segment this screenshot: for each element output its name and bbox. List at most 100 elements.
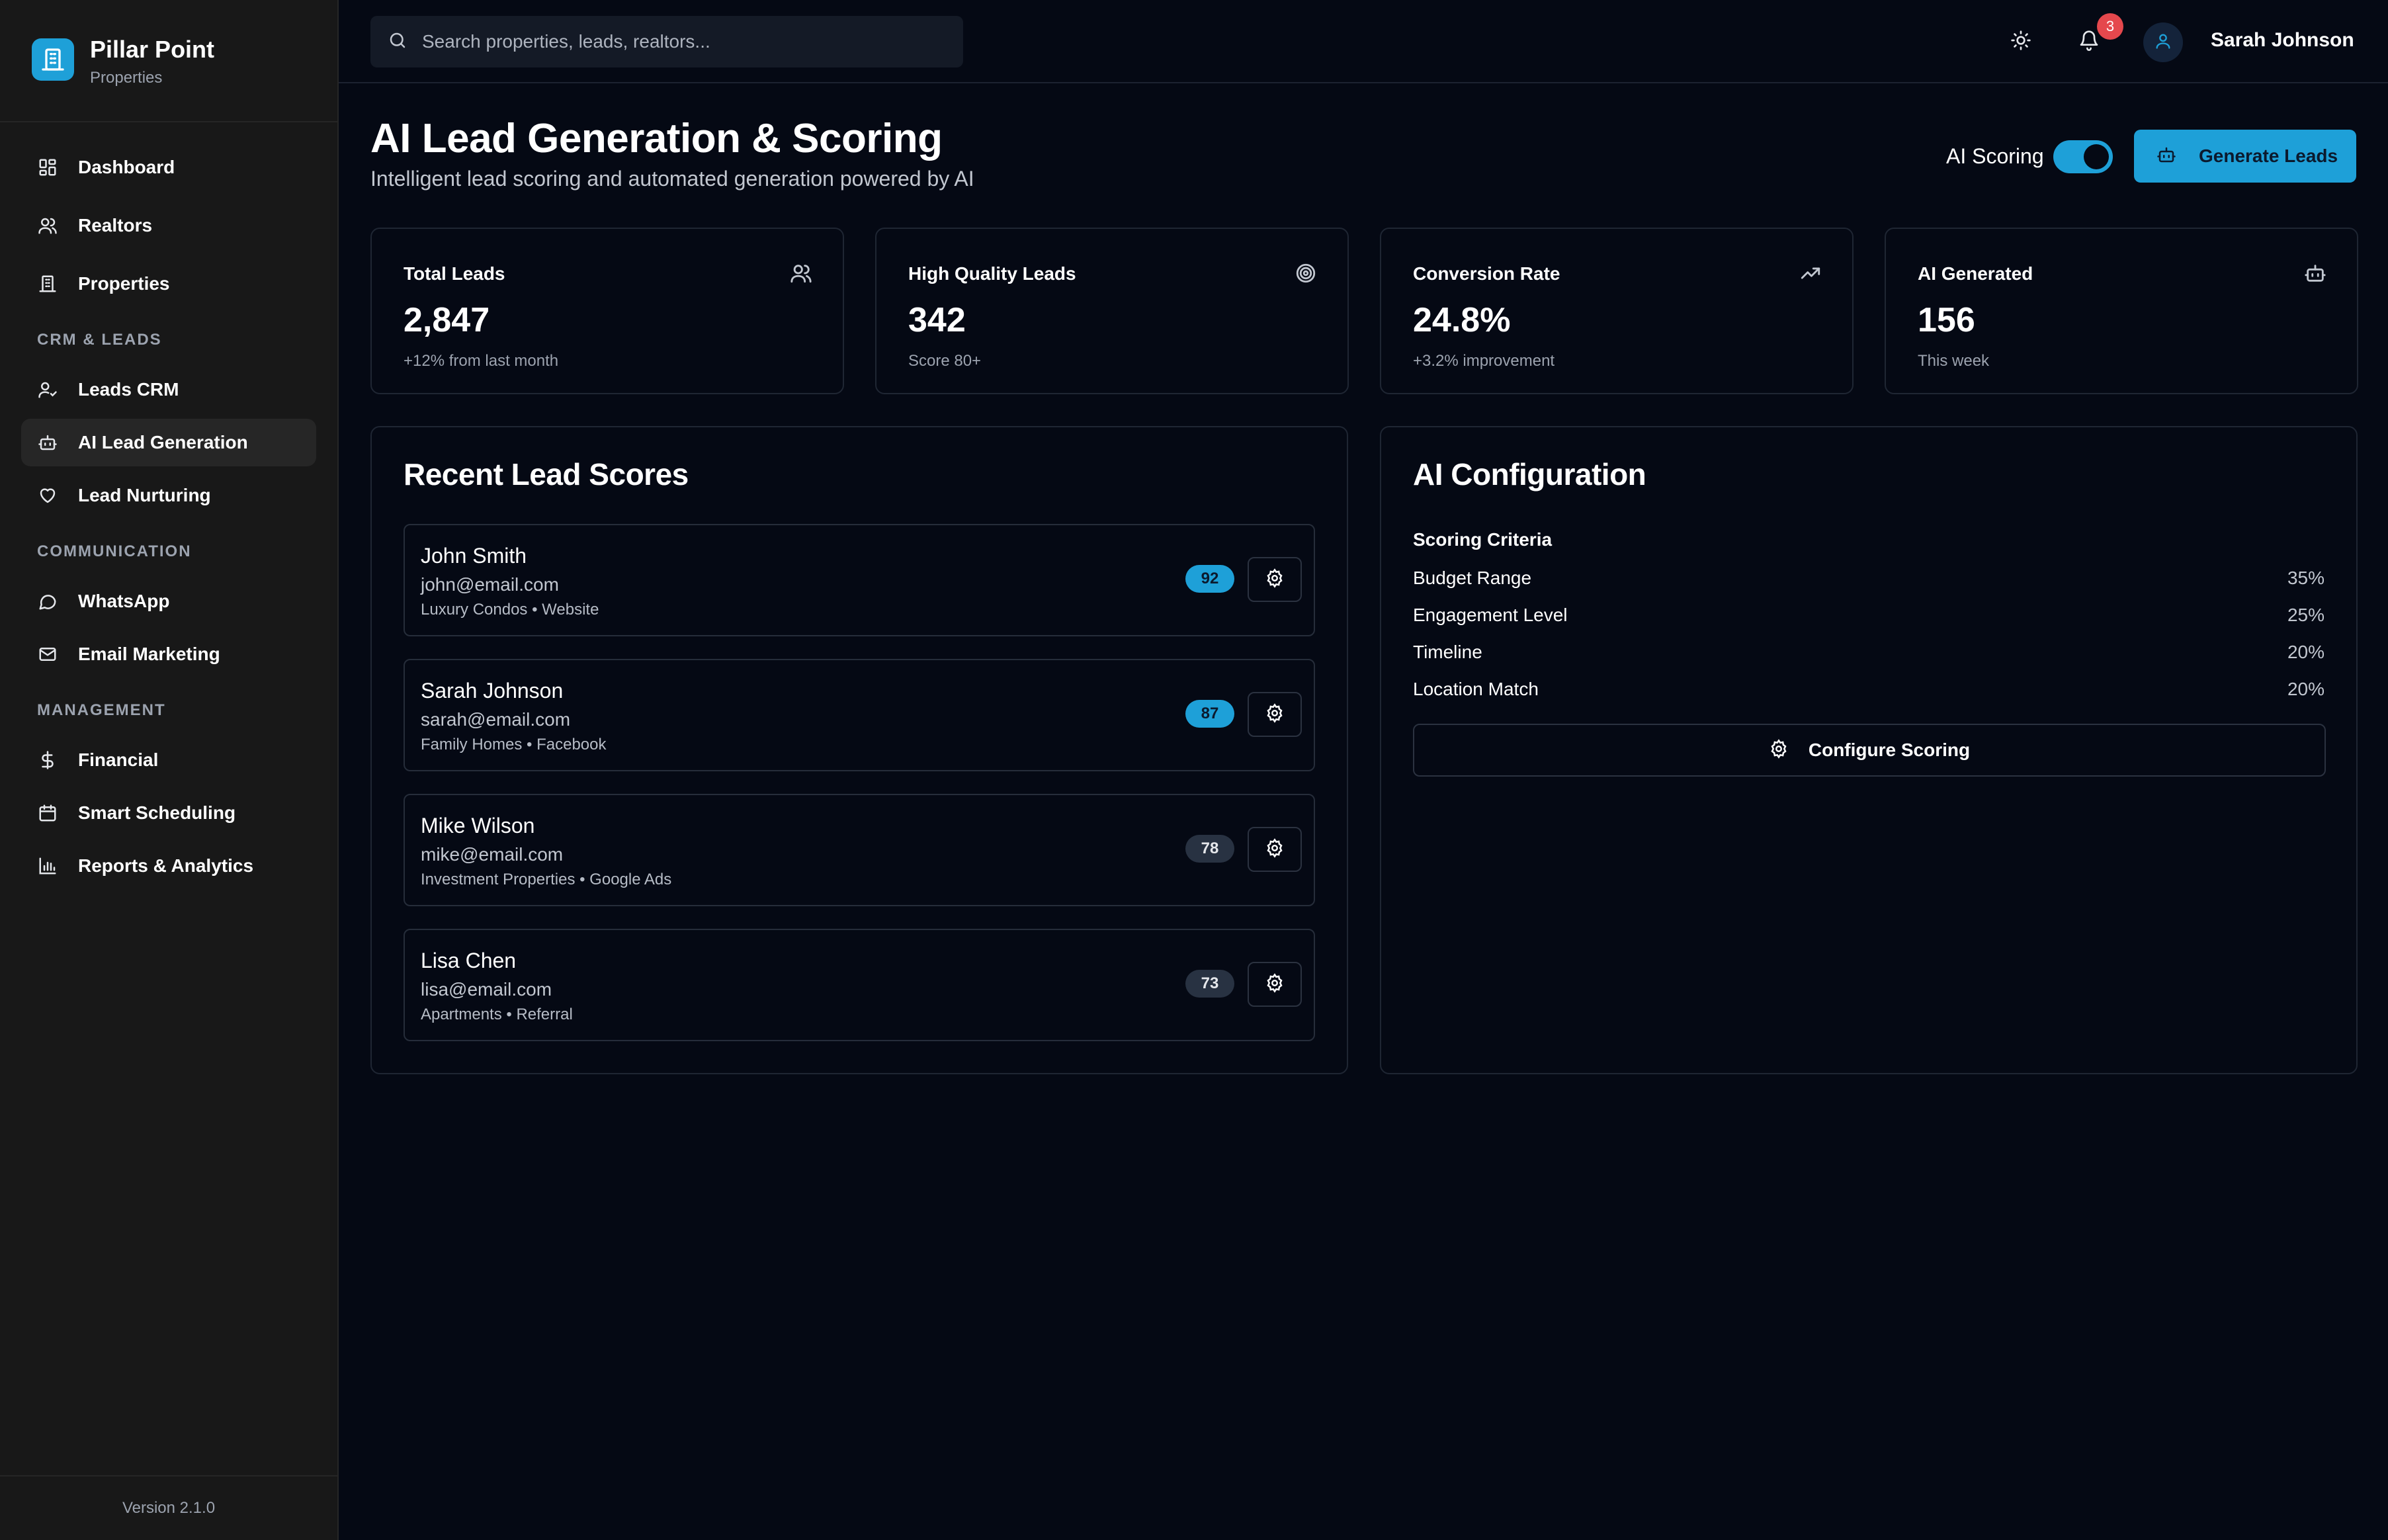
gear-icon xyxy=(1265,972,1285,996)
users-icon xyxy=(790,262,812,284)
message-circle-icon xyxy=(37,591,58,612)
configure-scoring-label: Configure Scoring xyxy=(1808,740,1971,760)
sidebar-item-whatsapp[interactable]: WhatsApp xyxy=(21,578,316,625)
lead-name: Sarah Johnson xyxy=(421,679,564,703)
stat-title: Conversion Rate xyxy=(1413,263,1560,284)
sidebar-item-email-marketing[interactable]: Email Marketing xyxy=(21,630,316,678)
user-name[interactable]: Sarah Johnson xyxy=(2211,29,2354,52)
lead-email: mike@email.com xyxy=(421,844,564,865)
recent-lead-scores-panel: Recent Lead Scores John Smith john@email… xyxy=(370,426,1348,1074)
stat-title: AI Generated xyxy=(1918,263,2033,284)
sidebar-item-label: Financial xyxy=(78,749,159,770)
stat-note: This week xyxy=(1918,352,1990,370)
sun-icon xyxy=(2010,30,2031,54)
ai-scoring-toggle[interactable] xyxy=(2053,140,2113,173)
lead-settings-button[interactable] xyxy=(1248,962,1302,1007)
lead-settings-button[interactable] xyxy=(1248,557,1302,602)
lead-card[interactable]: Sarah Johnson sarah@email.com Family Hom… xyxy=(404,659,1315,771)
sidebar-item-label: Leads CRM xyxy=(78,379,179,400)
notification-badge: 3 xyxy=(2097,13,2123,40)
sidebar-item-label: Reports & Analytics xyxy=(78,855,254,876)
lead-email: sarah@email.com xyxy=(421,709,571,730)
panel-title: Recent Lead Scores xyxy=(404,457,689,492)
lead-name: Mike Wilson xyxy=(421,814,535,837)
stat-note: +12% from last month xyxy=(404,352,559,370)
sidebar-item-financial[interactable]: Financial xyxy=(21,736,316,784)
sidebar-item-smart-scheduling[interactable]: Smart Scheduling xyxy=(21,789,316,837)
bell-icon xyxy=(2078,30,2100,54)
stat-value: 156 xyxy=(1918,301,1975,339)
stat-title: Total Leads xyxy=(404,263,505,284)
search-icon xyxy=(388,30,407,54)
gear-icon xyxy=(1769,738,1789,762)
search-box[interactable] xyxy=(370,16,963,67)
sidebar-item-dashboard[interactable]: Dashboard xyxy=(21,144,316,191)
app-root: Pillar Point Properties Dashboard Realto… xyxy=(0,0,2388,1540)
criteria-label: Location Match xyxy=(1413,679,1539,699)
calendar-icon xyxy=(37,802,58,824)
sidebar-item-label: Properties xyxy=(78,273,170,294)
brand: Pillar Point Properties xyxy=(0,0,337,122)
lead-meta: Luxury Condos • Website xyxy=(421,601,599,619)
stat-note: +3.2% improvement xyxy=(1413,352,1555,370)
sidebar-item-label: WhatsApp xyxy=(78,591,170,611)
dashboard-icon xyxy=(37,157,58,178)
configure-scoring-button[interactable]: Configure Scoring xyxy=(1413,724,2326,777)
criteria-value: 35% xyxy=(2287,568,2324,588)
gear-icon xyxy=(1265,568,1285,591)
sidebar: Pillar Point Properties Dashboard Realto… xyxy=(0,0,339,1540)
stat-value: 2,847 xyxy=(404,301,490,339)
lead-meta: Apartments • Referral xyxy=(421,1005,573,1023)
lead-score-badge: 73 xyxy=(1185,970,1234,998)
sidebar-item-reports-analytics[interactable]: Reports & Analytics xyxy=(21,842,316,890)
criteria-value: 20% xyxy=(2287,679,2324,699)
criteria-value: 20% xyxy=(2287,642,2324,662)
sidebar-item-ai-lead-generation[interactable]: AI Lead Generation xyxy=(21,419,316,466)
stat-note: Score 80+ xyxy=(908,352,982,370)
lead-email: john@email.com xyxy=(421,574,559,595)
version-label: Version 2.1.0 xyxy=(0,1475,337,1540)
lead-score-badge: 92 xyxy=(1185,565,1234,593)
lead-score-badge: 87 xyxy=(1185,700,1234,728)
sidebar-item-label: Lead Nurturing xyxy=(78,485,211,505)
trending-up-icon xyxy=(1799,262,1822,284)
sidebar-item-leads-crm[interactable]: Leads CRM xyxy=(21,366,316,413)
lead-card[interactable]: John Smith john@email.com Luxury Condos … xyxy=(404,524,1315,636)
sidebar-item-lead-nurturing[interactable]: Lead Nurturing xyxy=(21,472,316,519)
lead-meta: Family Homes • Facebook xyxy=(421,736,607,753)
avatar[interactable] xyxy=(2143,22,2183,62)
page-title: AI Lead Generation & Scoring xyxy=(370,116,943,161)
sidebar-section-crm: CRM & LEADS xyxy=(37,331,162,349)
sidebar-item-label: Realtors xyxy=(78,215,153,235)
stat-card-conversion-rate: Conversion Rate 24.8% +3.2% improvement xyxy=(1380,228,1854,394)
generate-leads-button[interactable]: Generate Leads xyxy=(2134,130,2356,183)
search-input[interactable] xyxy=(422,31,951,52)
lead-card[interactable]: Mike Wilson mike@email.com Investment Pr… xyxy=(404,794,1315,906)
lead-settings-button[interactable] xyxy=(1248,692,1302,737)
lead-score-badge: 78 xyxy=(1185,835,1234,863)
sidebar-item-properties[interactable]: Properties xyxy=(21,260,316,308)
criteria-value: 25% xyxy=(2287,605,2324,625)
generate-leads-label: Generate Leads xyxy=(2199,146,2338,166)
stat-value: 342 xyxy=(908,301,966,339)
stat-card-total-leads: Total Leads 2,847 +12% from last month xyxy=(370,228,844,394)
target-icon xyxy=(1295,262,1317,284)
theme-toggle-button[interactable] xyxy=(2004,24,2038,59)
sidebar-section-communication: COMMUNICATION xyxy=(37,542,192,560)
lead-settings-button[interactable] xyxy=(1248,827,1302,872)
page-subtitle: Intelligent lead scoring and automated g… xyxy=(370,167,974,191)
ai-scoring-label: AI Scoring xyxy=(1946,144,2044,168)
brand-subtitle: Properties xyxy=(90,69,163,87)
sidebar-item-realtors[interactable]: Realtors xyxy=(21,202,316,249)
lead-name: Lisa Chen xyxy=(421,949,517,972)
criteria-label: Budget Range xyxy=(1413,568,1532,588)
sidebar-item-label: Smart Scheduling xyxy=(78,802,236,823)
heart-icon xyxy=(37,485,58,506)
stat-title: High Quality Leads xyxy=(908,263,1076,284)
building-icon xyxy=(37,273,58,294)
gear-icon xyxy=(1265,703,1285,726)
stat-card-high-quality-leads: High Quality Leads 342 Score 80+ xyxy=(875,228,1349,394)
user-icon xyxy=(2154,32,2172,54)
bar-chart-icon xyxy=(37,855,58,877)
lead-card[interactable]: Lisa Chen lisa@email.com Apartments • Re… xyxy=(404,929,1315,1041)
